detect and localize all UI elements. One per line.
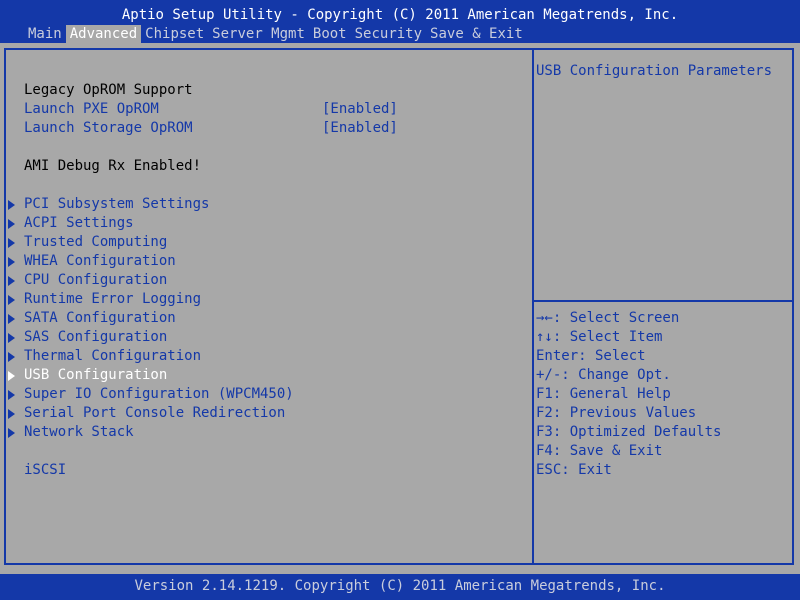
- help-description: USB Configuration Parameters: [536, 63, 773, 79]
- submenu-arrow-icon: [8, 409, 15, 419]
- version-text: Version 2.14.1219. Copyright (C) 2011 Am…: [134, 578, 666, 594]
- key-help-f4: F4: Save & Exit: [536, 443, 663, 459]
- key-help-f3: F3: Optimized Defaults: [536, 424, 722, 440]
- menu-item-super-io-configuration[interactable]: Super IO Configuration (WPCM450): [6, 385, 526, 404]
- footer-bar: Version 2.14.1219. Copyright (C) 2011 Am…: [0, 574, 800, 600]
- launch-storage-oprom-value[interactable]: [Enabled]: [322, 119, 398, 138]
- launch-pxe-oprom-value[interactable]: [Enabled]: [322, 100, 398, 119]
- launch-storage-oprom-label: Launch Storage OpROM: [24, 120, 193, 136]
- menu-item-label: Network Stack: [24, 424, 134, 440]
- submenu-arrow-icon: [8, 219, 15, 229]
- menu-item-usb-configuration-selected[interactable]: USB Configuration: [6, 366, 526, 385]
- iscsi-item[interactable]: iSCSI: [6, 461, 526, 480]
- submenu-arrow-icon: [8, 295, 15, 305]
- panel-divider-vertical: [532, 50, 534, 563]
- submenu-arrow-icon: [8, 257, 15, 267]
- menu-item-pci-subsystem-settings[interactable]: PCI Subsystem Settings: [6, 195, 526, 214]
- ami-debug-status: AMI Debug Rx Enabled!: [6, 157, 526, 176]
- key-help-f2: F2: Previous Values: [536, 405, 697, 421]
- submenu-arrow-icon: [8, 200, 15, 210]
- menu-item-label: CPU Configuration: [24, 272, 168, 288]
- app-title: Aptio Setup Utility - Copyright (C) 2011…: [121, 7, 679, 23]
- tab-bar: Main Advanced Chipset Server Mgmt Boot S…: [24, 25, 527, 43]
- submenu-arrow-icon: [8, 333, 15, 343]
- submenu-arrow-icon: [8, 238, 15, 248]
- menu-item-label: Runtime Error Logging: [24, 291, 202, 307]
- key-help-list: →←: Select Screen ↑↓: Select Item Enter:…: [536, 309, 721, 480]
- submenu-arrow-icon: [8, 276, 15, 286]
- menu-item-label: Thermal Configuration: [24, 348, 202, 364]
- iscsi-label: iSCSI: [24, 462, 67, 478]
- menu-item-label: Serial Port Console Redirection: [24, 405, 286, 421]
- key-help-select-item: ↑↓: Select Item: [536, 329, 663, 345]
- menu-item-label: WHEA Configuration: [24, 253, 176, 269]
- key-help-f1: F1: General Help: [536, 386, 671, 402]
- menu-item-label: PCI Subsystem Settings: [24, 196, 210, 212]
- menu-item-label: SATA Configuration: [24, 310, 176, 326]
- menu-item-whea-configuration[interactable]: WHEA Configuration: [6, 252, 526, 271]
- submenu-arrow-icon: [8, 371, 15, 381]
- menu-item-thermal-configuration[interactable]: Thermal Configuration: [6, 347, 526, 366]
- tab-main[interactable]: Main: [24, 25, 66, 43]
- menu-item-trusted-computing[interactable]: Trusted Computing: [6, 233, 526, 252]
- key-help-enter: Enter: Select: [536, 348, 646, 364]
- key-help-select-screen: →←: Select Screen: [536, 310, 680, 326]
- launch-pxe-oprom-option[interactable]: Launch PXE OpROM [Enabled]: [6, 100, 526, 119]
- menu-item-label: Super IO Configuration (WPCM450): [24, 386, 294, 402]
- tab-chipset[interactable]: Chipset: [141, 25, 208, 43]
- tab-advanced[interactable]: Advanced: [65, 25, 142, 43]
- menu-item-label: ACPI Settings: [24, 215, 134, 231]
- panel-divider-horizontal: [534, 300, 792, 302]
- menu-item-label: Trusted Computing: [24, 234, 168, 250]
- menu-item-runtime-error-logging[interactable]: Runtime Error Logging: [6, 290, 526, 309]
- title-bar: Aptio Setup Utility - Copyright (C) 2011…: [0, 0, 800, 43]
- launch-storage-oprom-option[interactable]: Launch Storage OpROM [Enabled]: [6, 119, 526, 138]
- submenu-arrow-icon: [8, 428, 15, 438]
- tab-security[interactable]: Security: [351, 25, 426, 43]
- menu-item-cpu-configuration[interactable]: CPU Configuration: [6, 271, 526, 290]
- menu-item-label: SAS Configuration: [24, 329, 168, 345]
- menu-item-serial-port-console-redirection[interactable]: Serial Port Console Redirection: [6, 404, 526, 423]
- legacy-oprom-heading-text: Legacy OpROM Support: [24, 82, 193, 98]
- menu-item-sata-configuration[interactable]: SATA Configuration: [6, 309, 526, 328]
- menu-item-network-stack[interactable]: Network Stack: [6, 423, 526, 442]
- key-help-change-opt: +/-: Change Opt.: [536, 367, 671, 383]
- submenu-arrow-icon: [8, 390, 15, 400]
- tab-boot[interactable]: Boot: [309, 25, 351, 43]
- key-help-esc: ESC: Exit: [536, 462, 612, 478]
- ami-debug-status-text: AMI Debug Rx Enabled!: [24, 158, 202, 174]
- submenu-arrow-icon: [8, 352, 15, 362]
- tab-server-mgmt[interactable]: Server Mgmt: [208, 25, 309, 43]
- submenu-arrow-icon: [8, 314, 15, 324]
- launch-pxe-oprom-label: Launch PXE OpROM: [24, 101, 159, 117]
- menu-item-label: USB Configuration: [24, 367, 168, 383]
- menu-item-acpi-settings[interactable]: ACPI Settings: [6, 214, 526, 233]
- legacy-oprom-heading: Legacy OpROM Support: [6, 81, 526, 100]
- setup-panel: Legacy OpROM Support Launch PXE OpROM [E…: [4, 48, 794, 565]
- menu-item-sas-configuration[interactable]: SAS Configuration: [6, 328, 526, 347]
- tab-save-exit[interactable]: Save & Exit: [426, 25, 527, 43]
